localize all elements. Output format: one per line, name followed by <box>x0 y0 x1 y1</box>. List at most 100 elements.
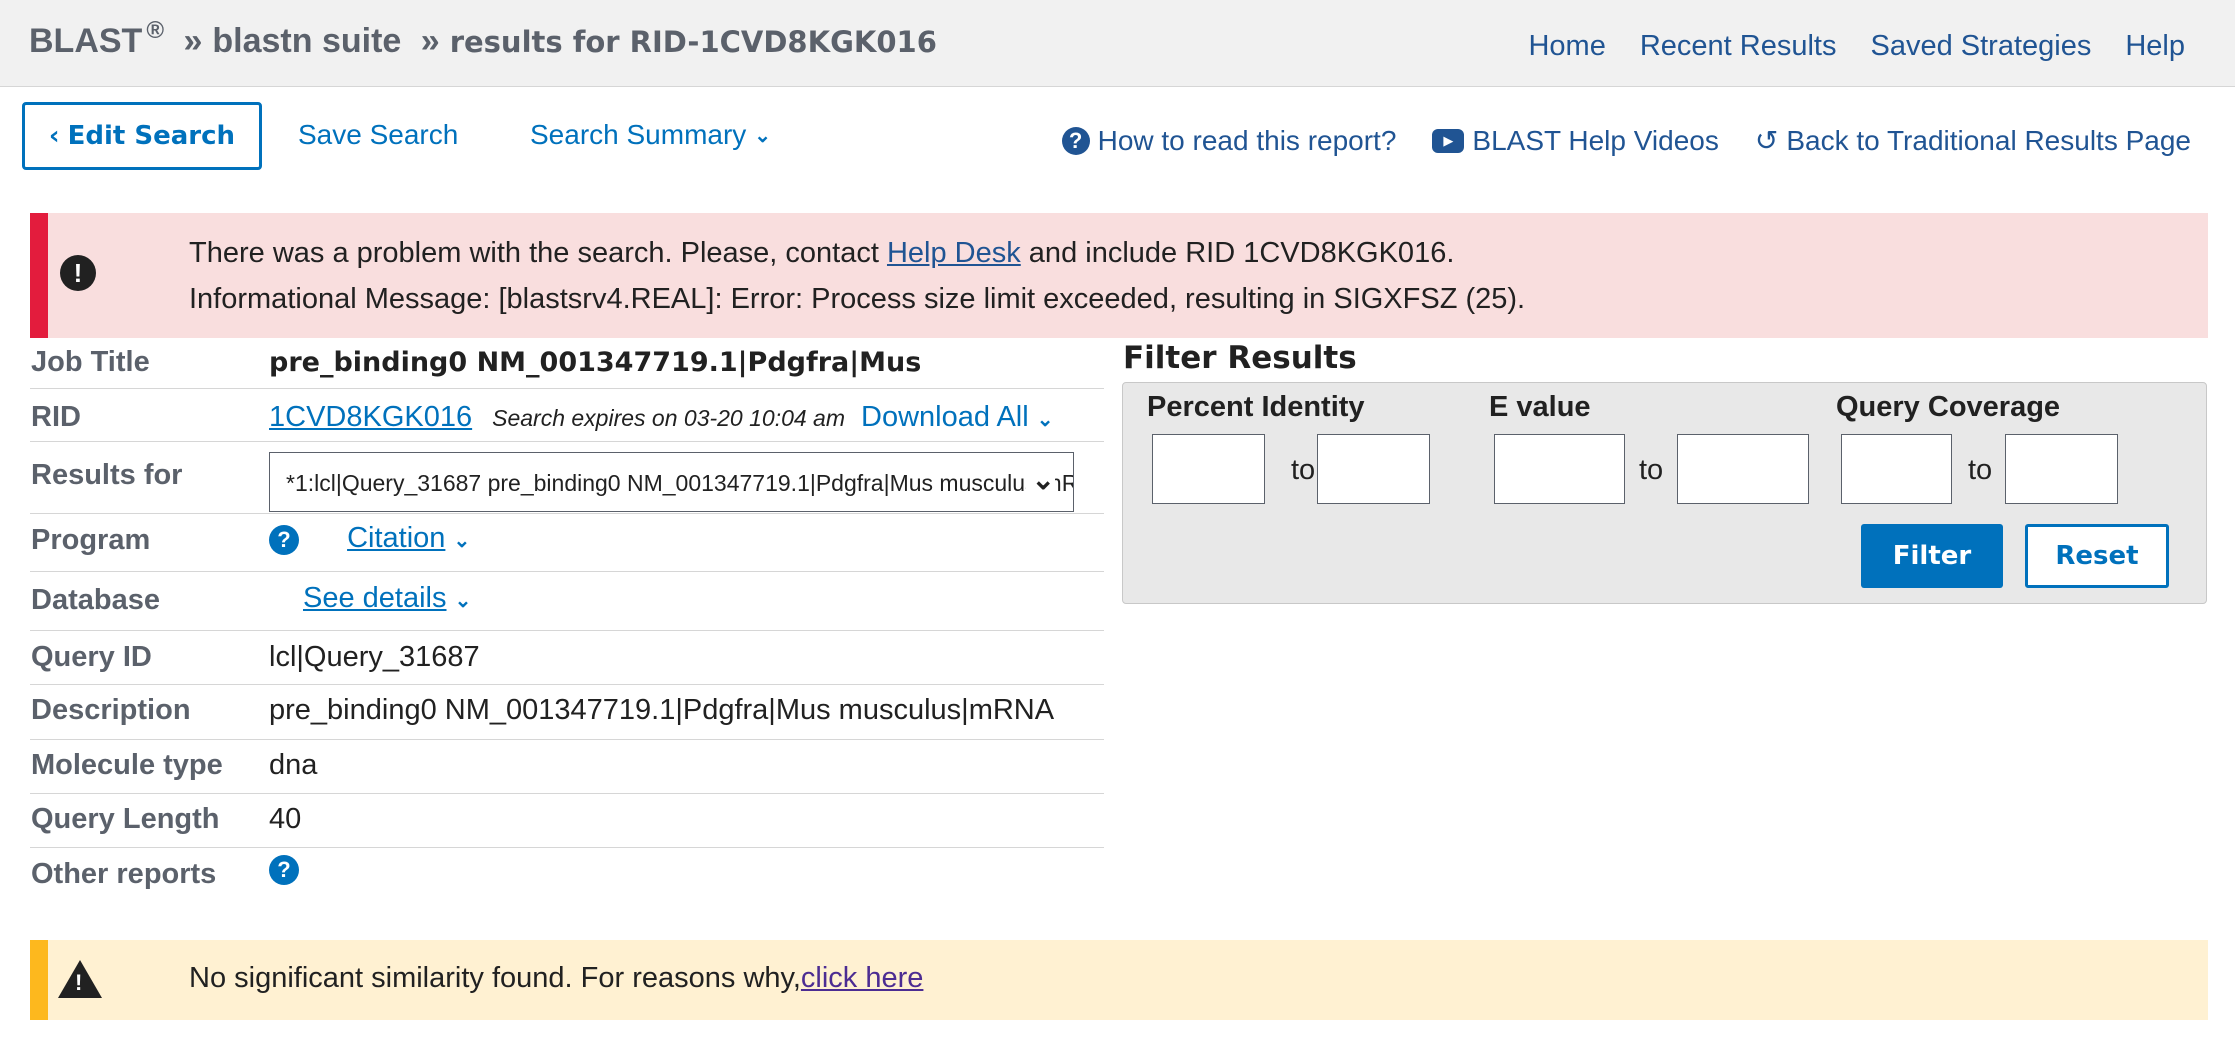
question-circle-icon: ? <box>1061 126 1090 155</box>
row-molecule-type: Molecule type dna <box>30 740 1104 794</box>
rid-link[interactable]: 1CVD8KGK016 <box>269 401 472 433</box>
percent-identity-max-input[interactable] <box>1317 434 1430 504</box>
edit-search-label: Edit Search <box>67 121 236 151</box>
breadcrumb-separator: » <box>183 22 203 60</box>
top-nav: Home Recent Results Saved Strategies Hel… <box>1528 30 2185 63</box>
rid-label: RID <box>31 401 81 433</box>
save-search-link[interactable]: Save Search <box>298 119 458 151</box>
search-summary-toggle[interactable]: Search Summary ⌄ <box>530 119 771 151</box>
chevron-left-icon: ‹ <box>48 121 60 151</box>
rid-group: 1CVD8KGK016 Search expires on 03-20 10:04… <box>269 401 1054 434</box>
program-label: Program <box>31 524 151 556</box>
page-title: results for RID-1CVD8KGK016 <box>449 25 937 59</box>
warning-text: No significant similarity found. For rea… <box>189 962 801 994</box>
percent-identity-label: Percent Identity <box>1147 391 1365 423</box>
error-alert: ! There was a problem with the search. P… <box>30 213 2208 338</box>
to-label: to <box>1968 454 1993 486</box>
row-program: Program ? Citation ⌄ <box>30 514 1104 572</box>
back-traditional-label: Back to Traditional Results Page <box>1786 124 2191 156</box>
citation-link[interactable]: Citation <box>347 522 445 554</box>
error-message-line2: Informational Message: [blastsrv4.REAL]:… <box>189 283 1526 315</box>
youtube-icon: ▶ <box>1432 128 1465 153</box>
help-videos-link[interactable]: ▶ BLAST Help Videos <box>1432 124 1719 157</box>
row-results-for: Results for *1:lcl|Query_31687 pre_bindi… <box>30 442 1104 514</box>
help-links: ? How to read this report? ▶ BLAST Help … <box>1061 124 2191 157</box>
nav-recent-results[interactable]: Recent Results <box>1640 30 1837 63</box>
row-job-title: Job Title pre_binding0 NM_001347719.1|Pd… <box>30 338 1104 389</box>
nav-home[interactable]: Home <box>1528 30 1605 63</box>
back-traditional-link[interactable]: ↺ Back to Traditional Results Page <box>1755 124 2191 157</box>
error-message-line1: There was a problem with the search. Ple… <box>189 237 1454 270</box>
description-value: pre_binding0 NM_001347719.1|Pdgfra|Mus m… <box>269 694 1055 726</box>
results-for-label: Results for <box>31 459 183 491</box>
brand-label[interactable]: BLAST <box>29 22 142 60</box>
to-label: to <box>1291 454 1316 486</box>
how-to-read-label: How to read this report? <box>1097 124 1397 156</box>
other-reports-group: ? <box>269 852 299 885</box>
see-details-link[interactable]: See details <box>303 582 447 614</box>
row-other-reports: Other reports ? <box>30 848 1104 900</box>
percent-identity-min-input[interactable] <box>1152 434 1265 504</box>
download-all-link[interactable]: Download All ⌄ <box>861 401 1053 433</box>
e-value-min-input[interactable] <box>1494 434 1625 504</box>
undo-arrow-icon: ↺ <box>1754 125 1779 156</box>
description-label: Description <box>31 694 191 726</box>
chevron-down-icon: ⌄ <box>754 124 772 147</box>
breadcrumb: BLAST ® » blastn suite » results for RID-1C… <box>29 17 937 61</box>
query-length-label: Query Length <box>31 803 220 835</box>
query-id-value: lcl|Query_31687 <box>269 641 480 673</box>
row-query-length: Query Length 40 <box>30 794 1104 848</box>
registered-mark: ® <box>146 17 165 44</box>
e-value-max-input[interactable] <box>1677 434 1809 504</box>
warning-triangle-icon: ! <box>58 960 102 998</box>
warning-message: No significant similarity found. For rea… <box>189 962 923 995</box>
filter-button[interactable]: Filter <box>1861 524 2003 588</box>
click-here-link[interactable]: click here <box>801 962 924 994</box>
top-header: BLAST ® » blastn suite » results for RID-1C… <box>0 0 2235 87</box>
database-group: See details ⌄ <box>303 582 471 615</box>
query-coverage-min-input[interactable] <box>1841 434 1952 504</box>
edit-search-button[interactable]: ‹ Edit Search <box>22 102 262 170</box>
error-text-post: and include RID 1CVD8KGK016. <box>1020 237 1455 269</box>
row-database: Database See details ⌄ <box>30 572 1104 631</box>
question-circle-icon[interactable]: ? <box>269 525 299 555</box>
query-coverage-label: Query Coverage <box>1836 391 2061 423</box>
results-for-selected: *1:lcl|Query_31687 pre_binding0 NM_00134… <box>286 470 1074 496</box>
breadcrumb-suite[interactable]: blastn suite <box>212 22 401 60</box>
query-coverage-max-input[interactable] <box>2005 434 2118 504</box>
breadcrumb-separator: » <box>420 22 440 60</box>
query-length-value: 40 <box>269 803 302 835</box>
row-query-id: Query ID lcl|Query_31687 <box>30 631 1104 685</box>
chevron-down-icon: ⌄ <box>1036 409 1054 431</box>
program-group: ? Citation ⌄ <box>269 522 470 555</box>
e-value-label: E value <box>1489 391 1591 423</box>
molecule-type-value: dna <box>269 749 318 781</box>
job-title-value: pre_binding0 NM_001347719.1|Pdgfra|Mus <box>269 347 922 378</box>
query-id-label: Query ID <box>31 641 152 673</box>
to-label: to <box>1639 454 1664 486</box>
row-description: Description pre_binding0 NM_001347719.1|… <box>30 685 1104 740</box>
nav-saved-strategies[interactable]: Saved Strategies <box>1870 30 2091 63</box>
warning-alert: ! No significant similarity found. For r… <box>30 940 2208 1020</box>
chevron-down-icon: ⌄ <box>453 530 471 552</box>
help-videos-label: BLAST Help Videos <box>1472 124 1719 156</box>
chevron-down-icon: ⌄ <box>454 590 472 612</box>
reset-button[interactable]: Reset <box>2025 524 2169 588</box>
help-desk-link[interactable]: Help Desk <box>887 237 1021 269</box>
database-label: Database <box>31 584 160 616</box>
molecule-type-label: Molecule type <box>31 749 223 781</box>
chevron-down-icon: ⌄ <box>1025 463 1055 496</box>
filter-results-title: Filter Results <box>1123 340 1357 376</box>
nav-help[interactable]: Help <box>2125 30 2185 63</box>
question-circle-icon[interactable]: ? <box>269 855 299 885</box>
filter-panel: Percent Identity to E value to Query Cov… <box>1122 382 2207 604</box>
how-to-read-link[interactable]: ? How to read this report? <box>1061 124 1397 157</box>
results-for-select[interactable]: *1:lcl|Query_31687 pre_binding0 NM_00134… <box>269 452 1074 512</box>
other-reports-label: Other reports <box>31 858 217 890</box>
expires-text: Search expires on 03-20 10:04 am <box>492 405 846 431</box>
exclamation-circle-icon: ! <box>60 255 96 291</box>
row-rid: RID 1CVD8KGK016 Search expires on 03-20 1… <box>30 389 1104 442</box>
job-title-label: Job Title <box>31 346 150 378</box>
download-all-label: Download All <box>861 401 1029 433</box>
error-text-pre: There was a problem with the search. Ple… <box>189 237 887 269</box>
